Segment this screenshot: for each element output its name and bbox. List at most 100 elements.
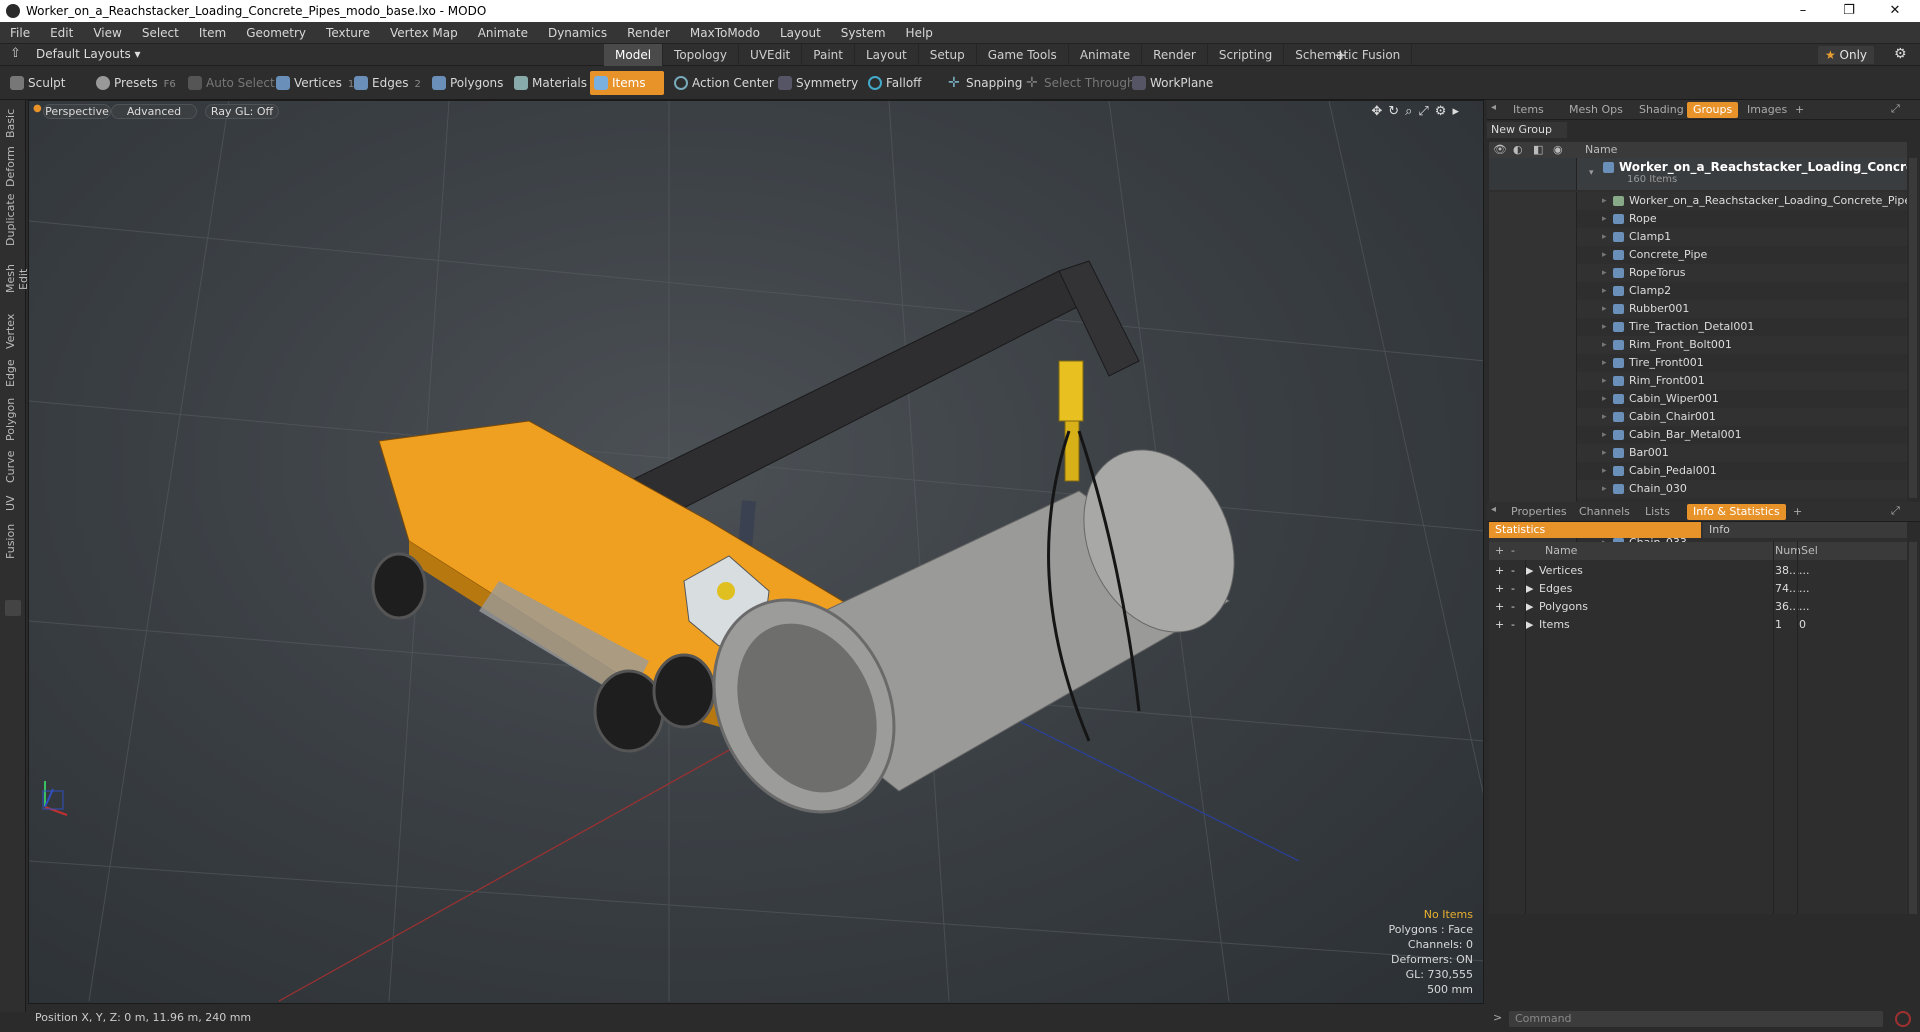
tab-paint[interactable]: Paint bbox=[802, 44, 855, 66]
tab-info-statistics[interactable]: Info & Statistics bbox=[1687, 504, 1786, 520]
tab-basic[interactable]: Basic bbox=[4, 106, 22, 140]
menu-file[interactable]: File bbox=[0, 22, 40, 44]
new-group-button[interactable]: New Group bbox=[1487, 122, 1567, 138]
add-stat-icon[interactable]: + bbox=[1495, 580, 1504, 598]
menu-render[interactable]: Render bbox=[617, 22, 680, 44]
tab-uv[interactable]: UV bbox=[4, 492, 22, 514]
tab-deform[interactable]: Deform bbox=[4, 146, 22, 188]
expand-arrow-icon[interactable]: ▸ bbox=[1602, 480, 1607, 498]
tree-item-row[interactable]: ▸ Tire_Traction_Detal001 bbox=[1489, 318, 1907, 336]
tab-images[interactable]: Images bbox=[1741, 102, 1793, 118]
auto-select-button[interactable]: Auto Select bbox=[184, 71, 275, 95]
tab-model[interactable]: Model bbox=[604, 44, 664, 66]
polygons-button[interactable]: Polygons bbox=[428, 71, 504, 95]
row-toggles[interactable] bbox=[1489, 336, 1577, 354]
expand-arrow-icon[interactable]: ▸ bbox=[1602, 264, 1607, 282]
tab-topology[interactable]: Topology bbox=[663, 44, 740, 66]
action-center-button[interactable]: Action Center bbox=[670, 71, 774, 95]
root-group-row[interactable]: ▾ Worker_on_a_Reachstacker_Loading_Concr… bbox=[1489, 158, 1907, 190]
viewport-nav-icons[interactable]: ✥↻⌕⤢⚙▸ bbox=[1371, 104, 1465, 119]
symmetry-button[interactable]: Symmetry bbox=[774, 71, 864, 95]
menu-edit[interactable]: Edit bbox=[40, 22, 83, 44]
gear-icon[interactable]: ⚙ bbox=[1894, 46, 1907, 62]
tree-item-row[interactable]: ▸ Cabin_Bar_Metal001 bbox=[1489, 426, 1907, 444]
expand-arrow-icon[interactable]: ▸ bbox=[1602, 210, 1607, 228]
expand-arrow-icon[interactable]: ▸ bbox=[1602, 192, 1607, 210]
expand-arrow-icon[interactable]: ▸ bbox=[1602, 408, 1607, 426]
sculpt-button[interactable]: Sculpt bbox=[6, 71, 90, 95]
presets-button[interactable]: Presets F6 bbox=[92, 71, 176, 95]
root-row-toggles[interactable] bbox=[1489, 158, 1577, 190]
tab-groups[interactable]: Groups bbox=[1687, 102, 1739, 118]
tab-mesh-ops[interactable]: Mesh Ops bbox=[1563, 102, 1629, 118]
add-stat-icon[interactable]: + bbox=[1495, 562, 1504, 580]
remove-stat-icon[interactable]: - bbox=[1511, 562, 1515, 580]
expand-arrow-icon[interactable]: ▸ bbox=[1602, 354, 1607, 372]
tree-item-row[interactable]: ▸ RopeTorus bbox=[1489, 264, 1907, 282]
tab-polygon[interactable]: Polygon bbox=[4, 396, 22, 442]
row-toggles[interactable] bbox=[1489, 426, 1577, 444]
stat-expand-icon[interactable]: ▶ bbox=[1525, 580, 1533, 598]
stat-expand-icon[interactable]: ▶ bbox=[1525, 598, 1533, 616]
row-toggles[interactable] bbox=[1489, 462, 1577, 480]
add-tab-icon[interactable]: + bbox=[1789, 102, 1810, 118]
row-toggles[interactable] bbox=[1489, 228, 1577, 246]
falloff-button[interactable]: Falloff bbox=[864, 71, 942, 95]
expand-arrow-icon[interactable]: ▸ bbox=[1602, 372, 1607, 390]
menu-dynamics[interactable]: Dynamics bbox=[538, 22, 617, 44]
menu-select[interactable]: Select bbox=[132, 22, 189, 44]
remove-stat-icon[interactable]: - bbox=[1511, 598, 1515, 616]
tab-scripting[interactable]: Scripting bbox=[1208, 44, 1285, 66]
row-toggles[interactable] bbox=[1489, 372, 1577, 390]
menu-system[interactable]: System bbox=[831, 22, 896, 44]
row-toggles[interactable] bbox=[1489, 192, 1577, 210]
row-toggles[interactable] bbox=[1489, 408, 1577, 426]
row-toggles[interactable] bbox=[1489, 300, 1577, 318]
menu-layout[interactable]: Layout bbox=[770, 22, 831, 44]
add-lower-tab-icon[interactable]: + bbox=[1787, 504, 1808, 520]
3d-viewport[interactable]: ● Perspective Advanced Ray GL: Off ✥↻⌕⤢⚙… bbox=[28, 100, 1484, 1004]
tab-channels[interactable]: Channels bbox=[1573, 504, 1636, 520]
menu-vertex-map[interactable]: Vertex Map bbox=[380, 22, 468, 44]
tab-fusion[interactable]: Fusion bbox=[4, 522, 22, 560]
menu-geometry[interactable]: Geometry bbox=[236, 22, 316, 44]
tab-setup[interactable]: Setup bbox=[919, 44, 977, 66]
remove-stat-icon[interactable]: - bbox=[1511, 616, 1515, 634]
statistics-scrollbar[interactable] bbox=[1909, 542, 1917, 914]
remove-stat-icon[interactable]: - bbox=[1511, 580, 1515, 598]
collapse-icon[interactable]: ⇧ bbox=[10, 46, 21, 61]
tree-item-row[interactable]: ▸ Rim_Front001 bbox=[1489, 372, 1907, 390]
tab-render[interactable]: Render bbox=[1142, 44, 1208, 66]
statistics-row[interactable]: + - ▶ Items 1 0 bbox=[1489, 616, 1907, 634]
tree-item-row[interactable]: ▸ Chain_030 bbox=[1489, 480, 1907, 498]
materials-button[interactable]: Materials bbox=[510, 71, 590, 95]
statistics-row[interactable]: + - ▶ Edges 74...... bbox=[1489, 580, 1907, 598]
add-layout-icon[interactable]: + bbox=[1334, 46, 1347, 64]
menu-maxtomodo[interactable]: MaxToModo bbox=[680, 22, 770, 44]
default-layouts-dropdown[interactable]: Default Layouts ▾ bbox=[36, 47, 141, 61]
tree-item-row[interactable]: ▸ Cabin_Chair001 bbox=[1489, 408, 1907, 426]
expand-arrow-icon[interactable]: ▸ bbox=[1602, 390, 1607, 408]
menu-view[interactable]: View bbox=[83, 22, 131, 44]
tab-layout[interactable]: Layout bbox=[855, 44, 919, 66]
tab-mesh-edit[interactable]: Mesh Edit bbox=[4, 254, 30, 304]
maximize-lower-panel-icon[interactable]: ⤢ bbox=[1891, 504, 1900, 518]
tree-item-row[interactable]: ▸ Rim_Front_Bolt001 bbox=[1489, 336, 1907, 354]
tab-schematic-fusion[interactable]: Schematic Fusion bbox=[1284, 44, 1413, 66]
expand-arrow-icon[interactable]: ▸ bbox=[1602, 336, 1607, 354]
close-button[interactable]: ✕ bbox=[1872, 0, 1918, 22]
tab-properties[interactable]: Properties bbox=[1505, 504, 1573, 520]
collapse-all-icon[interactable]: - bbox=[1511, 542, 1515, 560]
menu-animate[interactable]: Animate bbox=[468, 22, 538, 44]
tab-statistics[interactable]: Statistics bbox=[1489, 522, 1701, 538]
tree-item-row[interactable]: ▸ Rubber001 bbox=[1489, 300, 1907, 318]
tree-item-row[interactable]: ▸ Worker_on_a_Reachstacker_Loading_Concre… bbox=[1489, 192, 1907, 210]
row-toggles[interactable] bbox=[1489, 210, 1577, 228]
collapse-arrow-icon[interactable]: ▾ bbox=[1589, 168, 1594, 178]
raygl-button[interactable]: Ray GL: Off bbox=[205, 104, 279, 119]
stat-expand-icon[interactable]: ▶ bbox=[1525, 562, 1533, 580]
tree-item-row[interactable]: ▸ Clamp2 bbox=[1489, 282, 1907, 300]
row-toggles[interactable] bbox=[1489, 318, 1577, 336]
tree-item-row[interactable]: ▸ Concrete_Pipe bbox=[1489, 246, 1907, 264]
lower-panel-menu-icon[interactable]: ◂ bbox=[1491, 504, 1496, 515]
